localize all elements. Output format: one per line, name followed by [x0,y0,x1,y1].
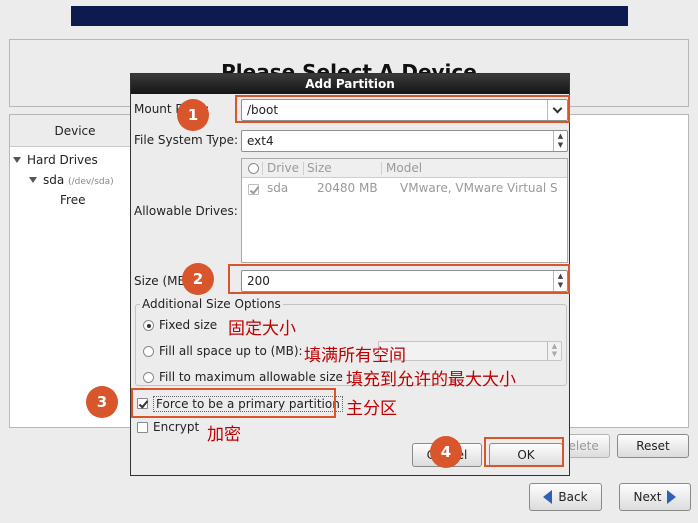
drive-checkbox[interactable] [248,184,259,195]
annotation-box-primary [131,388,336,418]
next-button[interactable]: Next [619,483,691,511]
drive-size: 20480 MB [317,181,378,195]
drives-header-radio [248,163,259,174]
additional-size-options-legend: Additional Size Options [140,297,283,311]
note-encrypt: 加密 [207,425,241,445]
drive-column-header[interactable]: Drive [267,161,299,175]
callout-badge-2: 2 [182,263,214,295]
encrypt-label[interactable]: Encrypt [153,420,199,434]
reset-button[interactable]: Reset [617,434,689,458]
note-fixed-size: 固定大小 [228,319,296,339]
annotation-box-size [228,264,570,294]
annotation-box-mount-point [235,95,570,123]
tree-item-label: Hard Drives [27,153,98,167]
fill-max-radio[interactable] [143,372,154,383]
fs-type-select[interactable]: ext4 ▲ ▼ [241,130,568,152]
drive-model: VMware, VMware Virtual S [400,181,558,195]
annotation-box-ok [484,437,564,467]
callout-badge-3: 3 [86,386,118,418]
installer-banner [71,6,628,26]
model-column-header[interactable]: Model [386,161,422,175]
device-path: (/dev/sda) [68,177,114,187]
back-arrow-icon [543,490,553,504]
allowable-drives-label: Allowable Drives: [134,204,238,218]
tree-item-label: Free [60,193,86,207]
fs-type-value: ext4 [247,134,274,148]
back-button[interactable]: Back [529,483,602,511]
expand-triangle-icon[interactable] [29,177,37,183]
next-label: Next [633,490,662,504]
dialog-title: Add Partition [131,74,569,94]
allowable-drives-list[interactable]: Drive Size Model sda 20480 MB VMware, VM… [241,158,568,263]
callout-badge-1: 1 [177,99,209,131]
expand-triangle-icon[interactable] [13,157,21,163]
fixed-size-label[interactable]: Fixed size [159,318,217,332]
tree-item-free[interactable]: Free [60,193,85,207]
tree-item-hard-drives[interactable]: Hard Drives [13,153,98,167]
fill-up-to-label[interactable]: Fill all space up to (MB): [159,344,303,358]
encrypt-checkbox[interactable] [137,422,148,433]
note-primary: 主分区 [346,399,397,419]
callout-badge-4: 4 [430,436,462,468]
back-label: Back [558,490,588,504]
fixed-size-radio[interactable] [143,320,154,331]
note-fill-max: 填充到允许的最大大小 [346,370,516,390]
device-column-header[interactable]: Device [10,115,140,147]
tree-item-label: sda [43,173,65,187]
fill-max-label[interactable]: Fill to maximum allowable size [159,370,343,384]
select-arrows-icon: ▲ ▼ [553,131,567,151]
tree-item-sda[interactable]: sda (/dev/sda) [29,173,114,187]
drives-header: Drive Size Model [242,159,567,178]
drive-name: sda [267,181,289,195]
next-arrow-icon [667,490,677,504]
fill-up-to-radio[interactable] [143,346,154,357]
note-fill-up-to: 填满所有空间 [304,346,406,366]
fs-type-label: File System Type: [134,133,239,147]
spin-arrows-icon: ▲ ▼ [547,342,561,360]
size-column-header[interactable]: Size [307,161,332,175]
